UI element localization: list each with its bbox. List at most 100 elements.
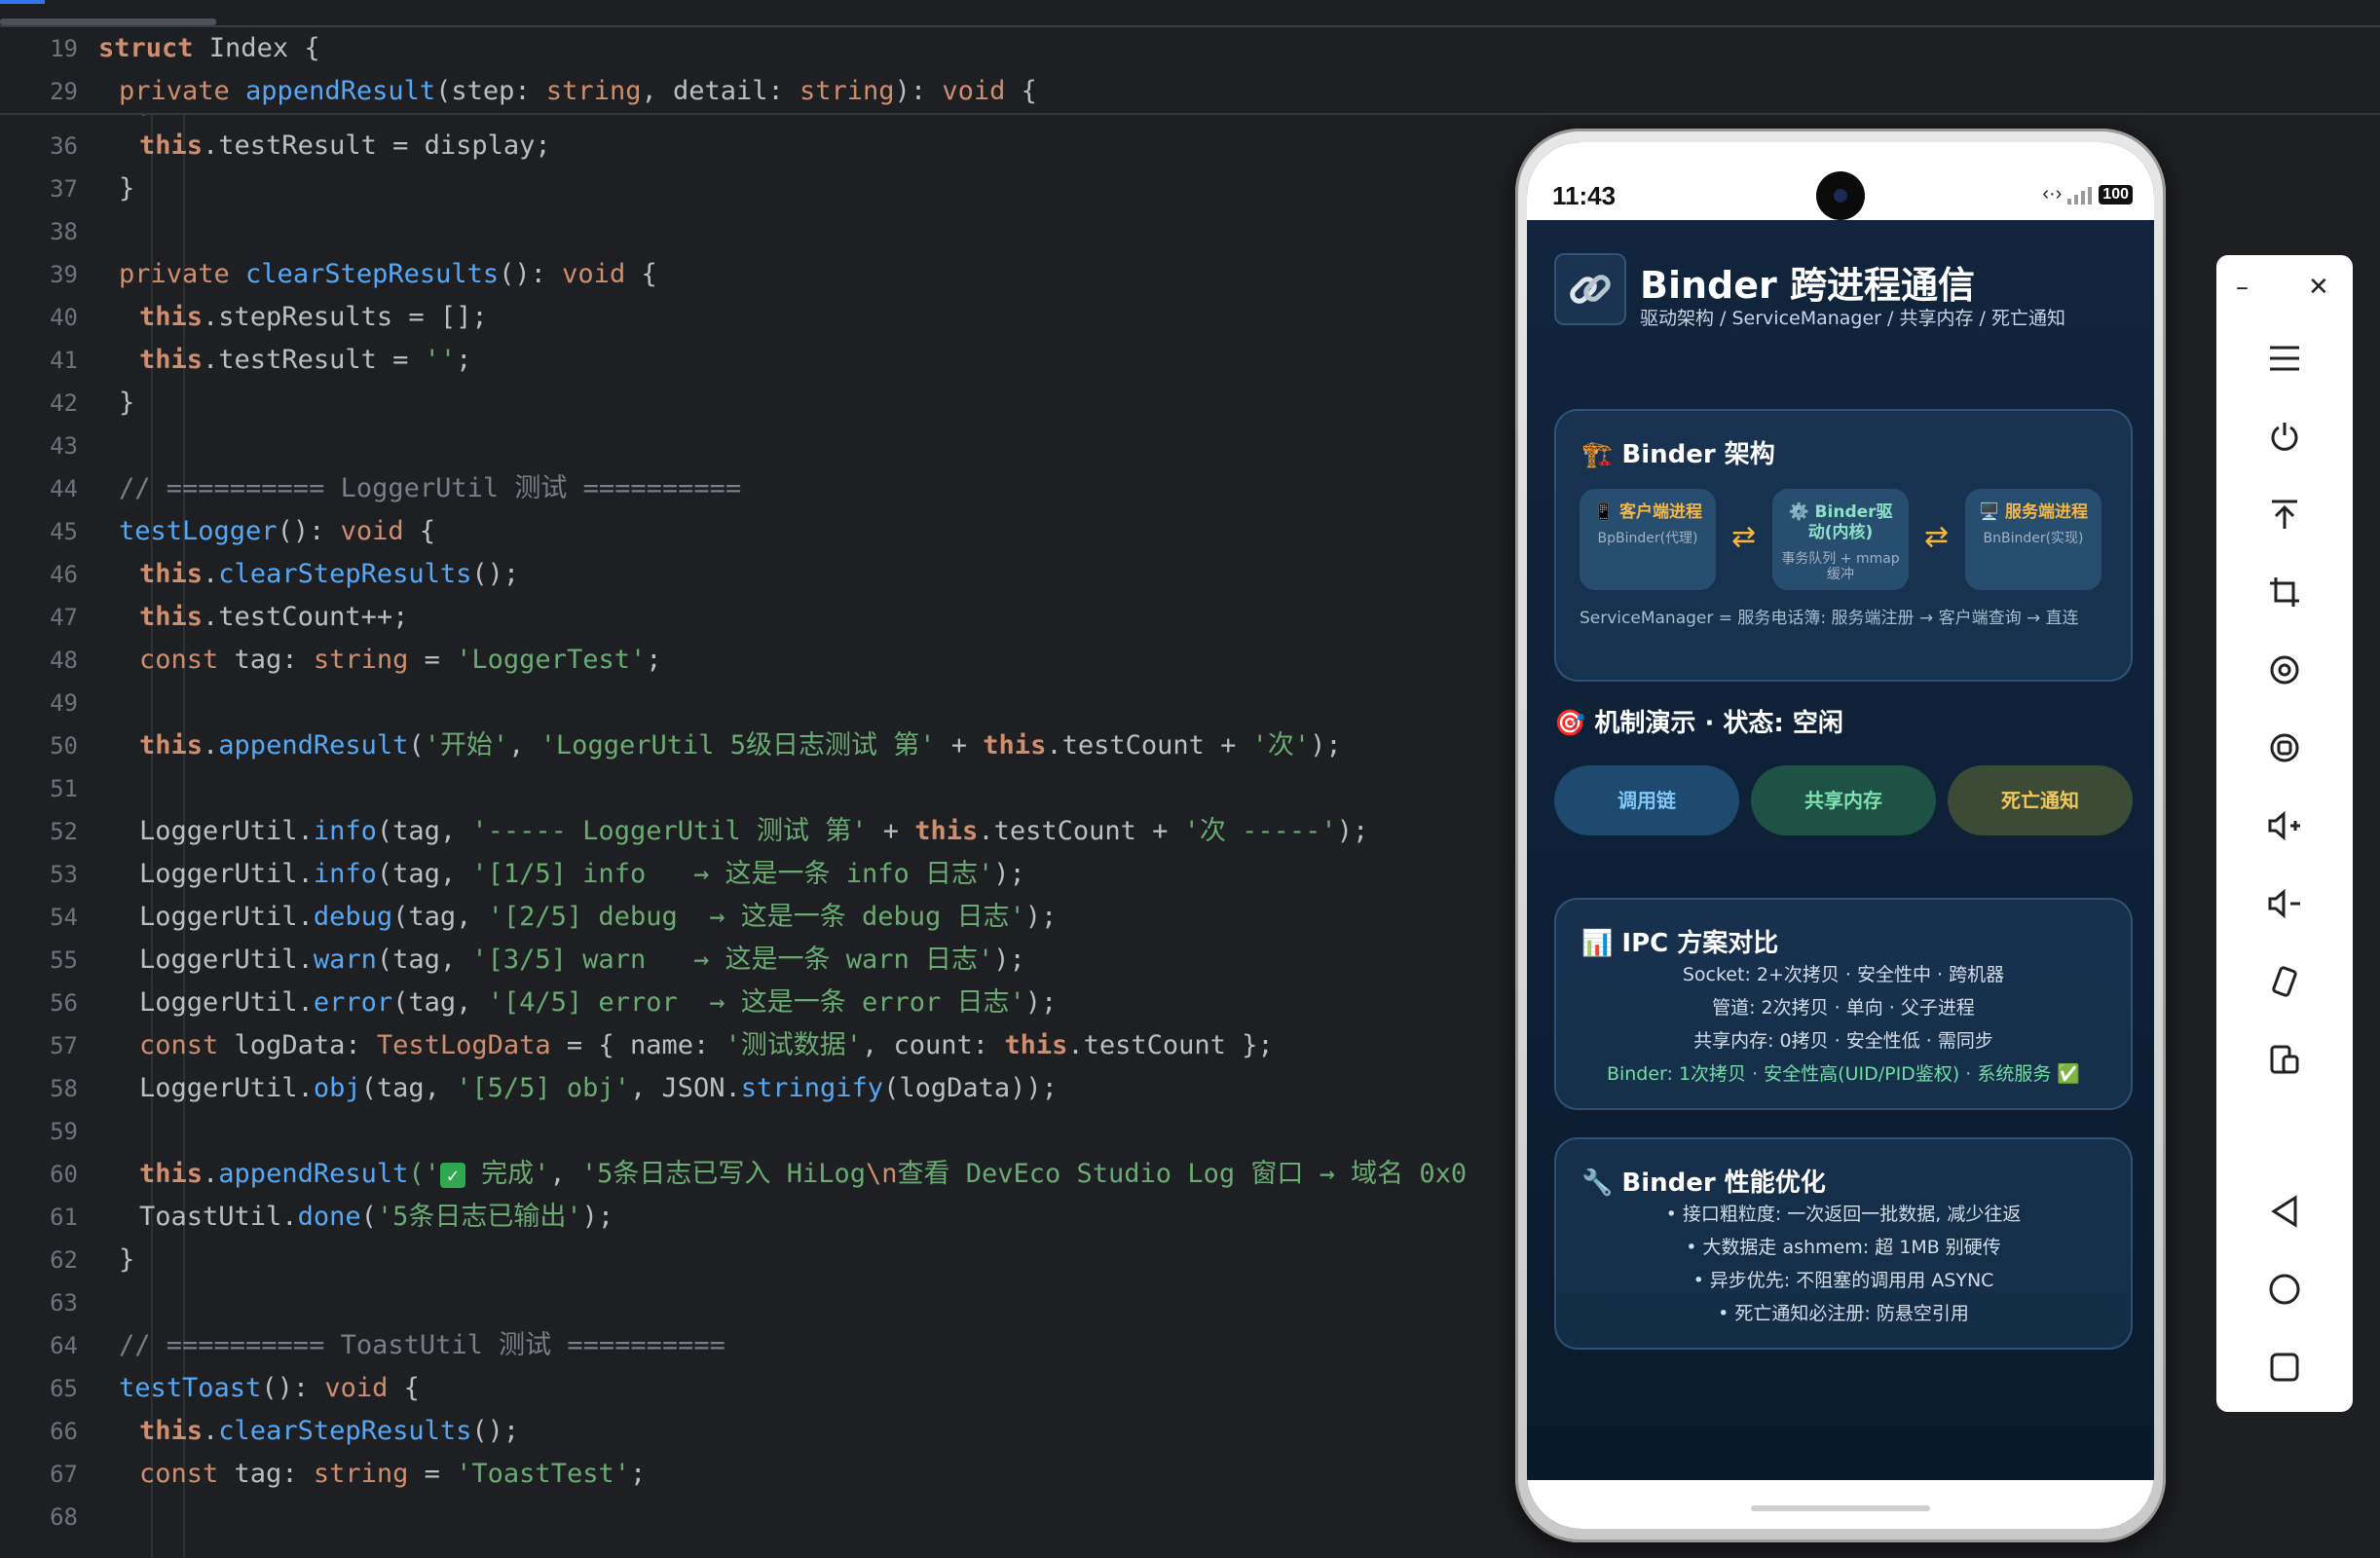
pin-top-icon[interactable] [2259,489,2310,539]
code-text[interactable]: this.clearStepResults(); [139,553,519,596]
line-number[interactable]: 46 [0,553,78,596]
line-number[interactable]: 51 [0,767,78,810]
code-line[interactable]: 43 [0,425,1519,467]
code-text[interactable]: // ========== LoggerUtil 测试 ========== [119,467,741,510]
code-text[interactable]: struct Index { [98,27,320,70]
code-line[interactable]: 39 private clearStepResults(): void { [0,253,1519,296]
volume-down-icon[interactable] [2259,878,2310,929]
code-line[interactable]: 42} [0,382,1519,425]
close-button[interactable]: ✕ [2308,273,2329,302]
back-icon[interactable] [2259,1186,2310,1237]
code-line[interactable]: 68 [0,1496,1519,1539]
app-content[interactable]: Binder 跨进程通信 驱动架构 / ServiceManager / 共享内… [1527,220,2154,1480]
code-line[interactable]: 57 const logData: TestLogData = { name: '… [0,1024,1519,1067]
minimize-button[interactable]: – [2236,273,2249,302]
code-line[interactable]: 56 LoggerUtil.error(tag, '[4/5] error → 这… [0,982,1519,1024]
death-notification-button[interactable]: 死亡通知 [1948,765,2133,835]
code-text[interactable]: testToast(): void { [119,1367,420,1410]
line-number[interactable]: 60 [0,1153,78,1196]
line-number[interactable]: 39 [0,253,78,296]
line-number[interactable]: 62 [0,1239,78,1281]
code-line[interactable]: 63 [0,1281,1519,1324]
code-line[interactable]: 51 [0,767,1519,810]
code-text[interactable]: } [119,382,134,425]
power-icon[interactable] [2259,411,2310,462]
rotate-icon[interactable] [2259,645,2310,695]
shared-memory-button[interactable]: 共享内存 [1751,765,1936,835]
code-text[interactable]: LoggerUtil.info(tag, '----- LoggerUtil 测… [139,810,1368,853]
line-number[interactable]: 42 [0,382,78,425]
code-text[interactable]: LoggerUtil.info(tag, '[1/5] info → 这是一条 … [139,853,1025,896]
code-text[interactable]: } [119,167,134,210]
code-text[interactable]: LoggerUtil.warn(tag, '[3/5] warn → 这是一条 … [139,939,1025,982]
code-text[interactable]: } [119,1239,134,1281]
code-line[interactable]: 53 LoggerUtil.info(tag, '[1/5] info → 这是一… [0,853,1519,896]
line-number[interactable]: 38 [0,210,78,253]
code-line[interactable]: 60 this.appendResult(' ✓ 完成', '5条日志已写入 HiL… [0,1153,1519,1196]
call-chain-button[interactable]: 调用链 [1554,765,1739,835]
home-icon[interactable] [2259,1264,2310,1315]
code-line[interactable]: 37} [0,167,1519,210]
line-number[interactable]: 53 [0,853,78,896]
line-number[interactable]: 54 [0,896,78,939]
line-number[interactable]: 64 [0,1324,78,1367]
line-number[interactable]: 37 [0,167,78,210]
code-line[interactable]: 19 struct Index { [0,27,1519,70]
code-line[interactable]: 65 testToast(): void { [0,1367,1519,1410]
code-text[interactable]: const tag: string = 'LoggerTest'; [139,639,662,682]
line-number[interactable]: 49 [0,682,78,724]
line-number[interactable]: 47 [0,596,78,639]
crop-icon[interactable] [2259,567,2310,617]
code-line[interactable]: 61 ToastUtil.done('5条日志已输出'); [0,1196,1519,1239]
line-number[interactable]: 36 [0,125,78,167]
line-number[interactable]: 65 [0,1367,78,1410]
line-number[interactable]: 56 [0,982,78,1024]
code-line[interactable]: 62} [0,1239,1519,1281]
code-line[interactable]: 58 LoggerUtil.obj(tag, '[5/5] obj', JSON.… [0,1067,1519,1110]
code-text[interactable]: LoggerUtil.debug(tag, '[2/5] debug → 这是一… [139,896,1057,939]
code-line[interactable]: 46 this.clearStepResults(); [0,553,1519,596]
line-number[interactable]: 67 [0,1453,78,1496]
volume-up-icon[interactable] [2259,800,2310,851]
line-number[interactable]: 41 [0,339,78,382]
line-number[interactable]: 55 [0,939,78,982]
line-number[interactable]: 29 [0,70,78,113]
home-indicator[interactable] [1751,1505,1930,1511]
sticky-scroll-header[interactable]: 19 struct Index { 29 private appendResult(s… [0,27,2380,115]
code-text[interactable]: this.testResult = display; [139,125,551,167]
line-number[interactable]: 57 [0,1024,78,1067]
code-line[interactable]: 47 this.testCount++; [0,596,1519,639]
line-number[interactable]: 40 [0,296,78,339]
code-line[interactable]: 49 [0,682,1519,724]
line-number[interactable]: 63 [0,1281,78,1324]
code-text[interactable]: LoggerUtil.error(tag, '[4/5] error → 这是一… [139,982,1057,1024]
line-number[interactable]: 59 [0,1110,78,1153]
line-number[interactable]: 68 [0,1496,78,1539]
code-text[interactable]: testLogger(): void { [119,510,435,553]
line-number[interactable]: 19 [0,27,78,70]
code-text[interactable]: this.clearStepResults(); [139,1410,519,1453]
multi-device-icon[interactable] [2259,1034,2310,1085]
code-line[interactable]: 41 this.testResult = ''; [0,339,1519,382]
code-line[interactable]: 67 const tag: string = 'ToastTest'; [0,1453,1519,1496]
code-line[interactable]: 66 this.clearStepResults(); [0,1410,1519,1453]
line-number[interactable]: 45 [0,510,78,553]
code-text[interactable]: private clearStepResults(): void { [119,253,657,296]
code-line[interactable]: 36 this.testResult = display; [0,125,1519,167]
code-line[interactable]: 44 // ========== LoggerUtil 测试 ========== [0,467,1519,510]
code-line[interactable]: 55 LoggerUtil.warn(tag, '[3/5] warn → 这是一… [0,939,1519,982]
code-line[interactable]: 38 [0,210,1519,253]
code-line[interactable]: 29 private appendResult(step: string, det… [0,70,1519,113]
menu-icon[interactable] [2259,333,2310,384]
line-number[interactable]: 58 [0,1067,78,1110]
code-line[interactable]: 40 this.stepResults = []; [0,296,1519,339]
line-number[interactable]: 66 [0,1410,78,1453]
recents-icon[interactable] [2259,1342,2310,1392]
horizontal-scrollbar[interactable] [0,19,216,25]
code-text[interactable]: const logData: TestLogData = { name: '测试… [139,1024,1274,1067]
code-line[interactable]: 45 testLogger(): void { [0,510,1519,553]
line-number[interactable]: 50 [0,724,78,767]
code-text[interactable]: this.appendResult('开始', 'LoggerUtil 5级日志… [139,724,1342,767]
code-text[interactable]: private appendResult(step: string, detai… [119,70,1037,113]
code-text[interactable]: this.stepResults = []; [139,296,488,339]
